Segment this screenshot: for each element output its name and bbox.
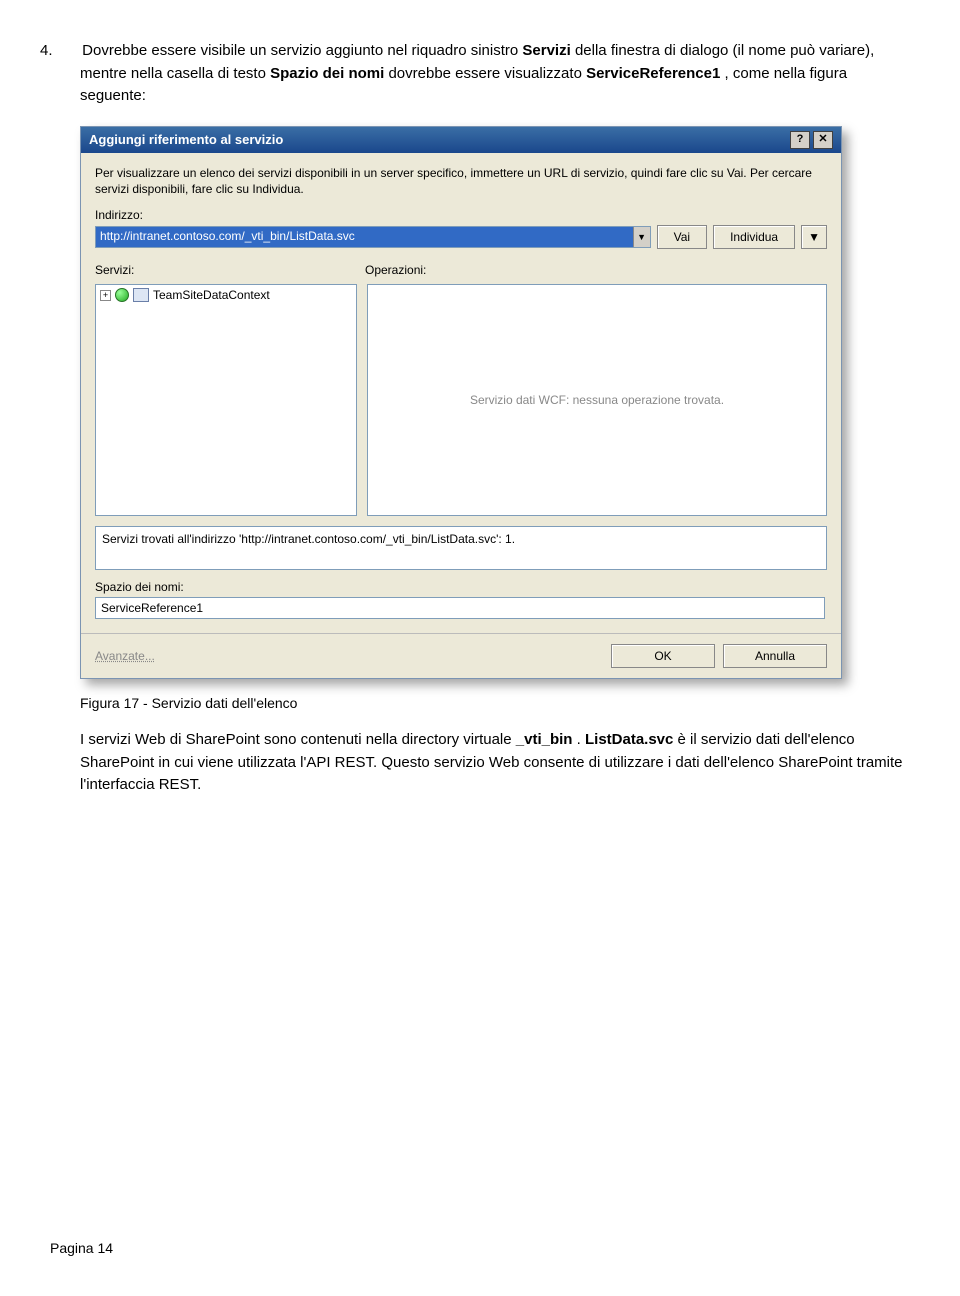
services-tree[interactable]: + TeamSiteDataContext xyxy=(95,284,357,516)
dialog-title: Aggiungi riferimento al servizio xyxy=(89,132,283,147)
step-number: 4. xyxy=(60,40,78,63)
tree-item-teamsite[interactable]: + TeamSiteDataContext xyxy=(96,285,356,305)
ok-button[interactable]: OK xyxy=(611,644,715,668)
advanced-link[interactable]: Avanzate... xyxy=(95,649,155,663)
operations-empty-text: Servizio dati WCF: nessuna operazione tr… xyxy=(470,393,724,407)
datacontext-icon xyxy=(133,288,149,302)
status-box: Servizi trovati all'indirizzo 'http://in… xyxy=(95,526,827,570)
address-dropdown-icon[interactable]: ▼ xyxy=(633,227,650,247)
t1: Dovrebbe essere visibile un servizio agg… xyxy=(82,42,522,59)
status-text: Servizi trovati all'indirizzo 'http://in… xyxy=(102,532,515,546)
services-label: Servizi: xyxy=(95,263,355,277)
t3: dovrebbe essere visualizzato xyxy=(388,65,586,82)
namespace-input[interactable] xyxy=(95,597,825,619)
address-combobox[interactable]: http://intranet.contoso.com/_vti_bin/Lis… xyxy=(95,226,651,248)
address-value[interactable]: http://intranet.contoso.com/_vti_bin/Lis… xyxy=(96,227,633,247)
address-label: Indirizzo: xyxy=(95,208,827,222)
discover-dropdown[interactable]: ▼ xyxy=(801,225,827,249)
step-4-paragraph: 4. Dovrebbe essere visibile un servizio … xyxy=(50,40,910,108)
tree-item-label: TeamSiteDataContext xyxy=(153,288,270,302)
dialog-footer: Avanzate... OK Annulla xyxy=(81,633,841,678)
cancel-button[interactable]: Annulla xyxy=(723,644,827,668)
dialog-description: Per visualizzare un elenco dei servizi d… xyxy=(95,165,827,199)
add-service-reference-dialog: Aggiungi riferimento al servizio ? ✕ Per… xyxy=(80,126,842,680)
page-number: Pagina 14 xyxy=(50,1240,113,1256)
expand-icon[interactable]: + xyxy=(100,290,111,301)
explanation-paragraph: I servizi Web di SharePoint sono contenu… xyxy=(80,729,910,797)
service-node-icon xyxy=(115,288,129,302)
discover-button[interactable]: Individua xyxy=(713,225,795,249)
operations-pane: Servizio dati WCF: nessuna operazione tr… xyxy=(367,284,827,516)
namespace-label: Spazio dei nomi: xyxy=(95,580,827,594)
help-button[interactable]: ? xyxy=(790,131,810,149)
figure-caption: Figura 17 - Servizio dati dell'elenco xyxy=(80,695,910,711)
b2: Spazio dei nomi xyxy=(270,65,384,82)
b1: Servizi xyxy=(522,42,570,59)
go-button[interactable]: Vai xyxy=(657,225,707,249)
close-button[interactable]: ✕ xyxy=(813,131,833,149)
b3: ServiceReference1 xyxy=(586,65,720,82)
operations-label: Operazioni: xyxy=(365,263,426,277)
dialog-titlebar: Aggiungi riferimento al servizio ? ✕ xyxy=(81,127,841,153)
